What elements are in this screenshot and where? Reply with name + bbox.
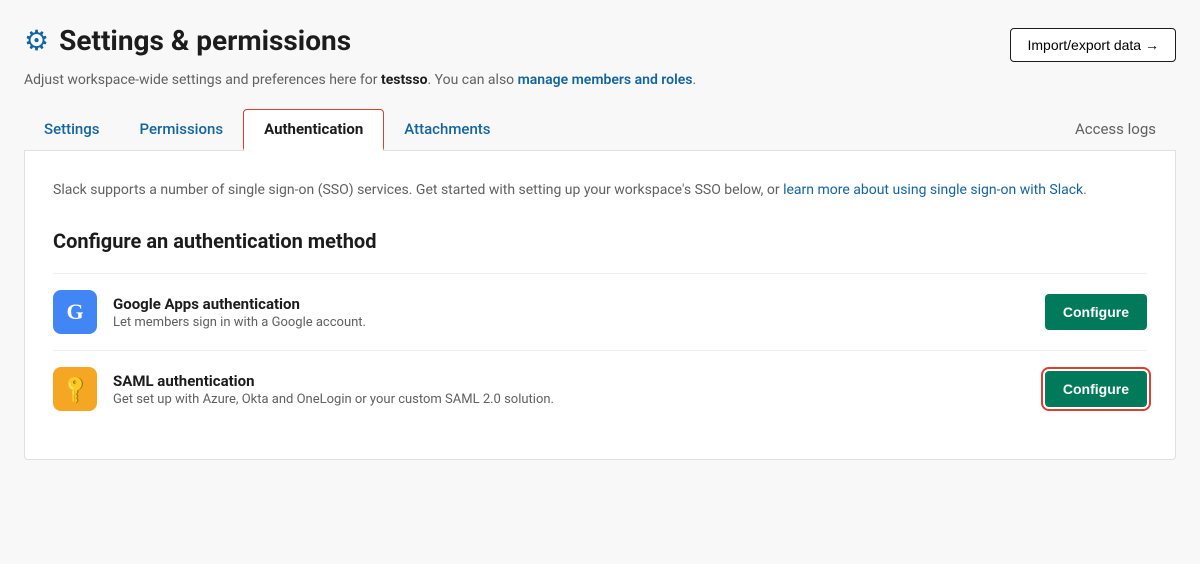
google-configure-button[interactable]: Configure xyxy=(1045,294,1147,330)
saml-auth-name: SAML authentication xyxy=(113,372,1029,390)
saml-configure-button[interactable]: Configure xyxy=(1045,371,1147,407)
sso-desc-after: . xyxy=(1083,182,1087,198)
import-export-label: Import/export data → xyxy=(1027,37,1159,53)
tab-access-logs[interactable]: Access logs xyxy=(1055,110,1176,151)
sso-learn-more-link[interactable]: learn more about using single sign-on wi… xyxy=(783,182,1083,198)
google-auth-name: Google Apps authentication xyxy=(113,295,1029,313)
key-icon: 🔑 xyxy=(58,372,93,407)
auth-item-saml: 🔑 SAML authentication Get set up with Az… xyxy=(53,350,1147,427)
subtitle-prefix: Adjust workspace-wide settings and prefe… xyxy=(24,72,381,88)
workspace-name: testsso xyxy=(381,72,428,88)
saml-icon: 🔑 xyxy=(53,367,97,411)
tab-settings[interactable]: Settings xyxy=(24,110,120,151)
import-export-button[interactable]: Import/export data → xyxy=(1010,28,1176,62)
tab-attachments[interactable]: Attachments xyxy=(384,110,510,151)
gear-icon: ⚙ xyxy=(24,27,49,55)
sso-description: Slack supports a number of single sign-o… xyxy=(53,179,1147,201)
tab-permissions[interactable]: Permissions xyxy=(120,110,244,151)
saml-auth-desc: Get set up with Azure, Okta and OneLogin… xyxy=(113,392,1029,407)
content-panel: Slack supports a number of single sign-o… xyxy=(24,151,1176,460)
subtitle-suffix: . You can also xyxy=(427,72,517,88)
google-icon: G xyxy=(53,290,97,334)
google-auth-desc: Let members sign in with a Google accoun… xyxy=(113,315,1029,330)
tab-authentication[interactable]: Authentication xyxy=(243,109,384,151)
subtitle: Adjust workspace-wide settings and prefe… xyxy=(24,70,1176,91)
section-title: Configure an authentication method xyxy=(53,229,1147,253)
page-title: Settings & permissions xyxy=(59,24,351,57)
tab-nav: Settings Permissions Authentication Atta… xyxy=(24,109,1176,151)
manage-members-link[interactable]: manage members and roles xyxy=(518,72,693,88)
sso-desc-before: Slack supports a number of single sign-o… xyxy=(53,182,783,198)
auth-item-google: G Google Apps authentication Let members… xyxy=(53,273,1147,350)
google-auth-info: Google Apps authentication Let members s… xyxy=(113,295,1029,330)
saml-auth-info: SAML authentication Get set up with Azur… xyxy=(113,372,1029,407)
